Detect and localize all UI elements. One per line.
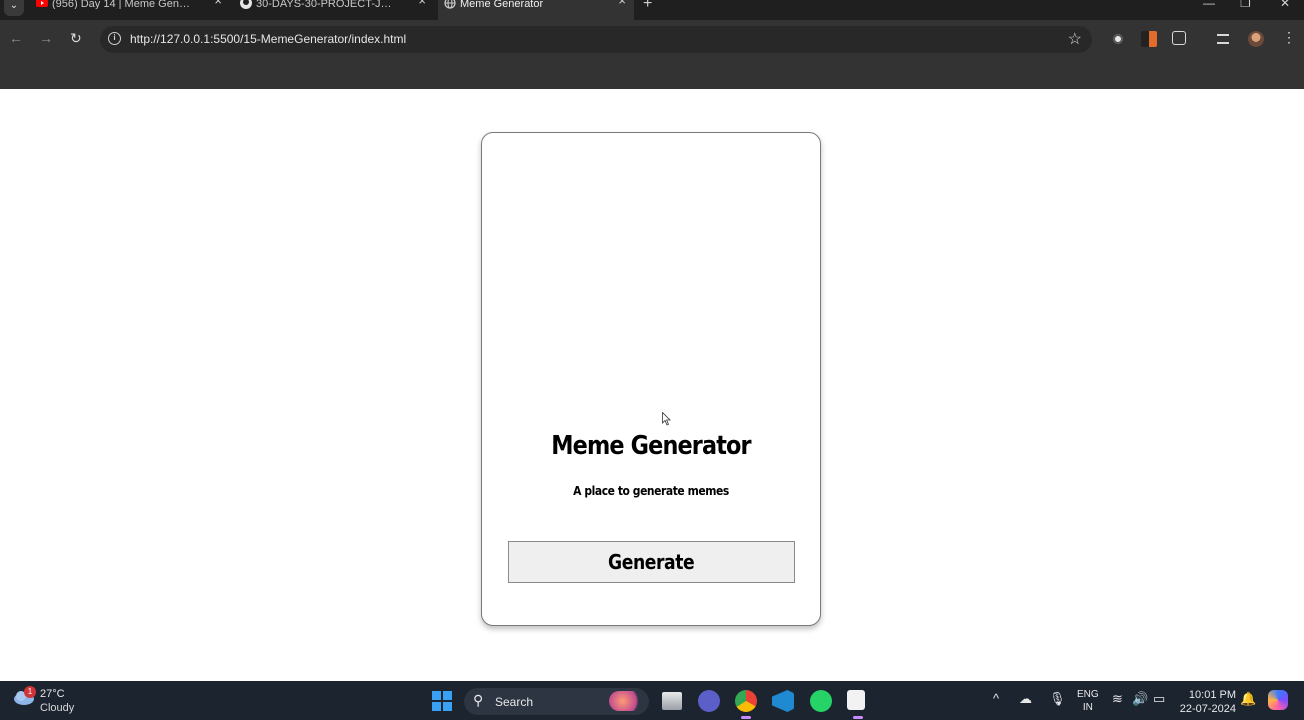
tab-meme-generator[interactable]: Meme Generator × [438,0,634,20]
media-controls-icon[interactable] [1217,34,1229,44]
browser-tab-strip: ⌄ (956) Day 14 | Meme Generator × 30-DAY… [0,0,1304,20]
windows-taskbar: 1 27°C Cloudy ⚲ Search ^ ☁ 🎙 ENG IN ≋ 🔊 … [0,681,1304,720]
search-highlight-icon [609,691,643,711]
notification-bell-icon[interactable]: 🔔 [1240,691,1256,707]
meme-image-area [502,153,800,423]
minimize-icon[interactable]: — [1203,0,1215,10]
restore-icon[interactable]: ❐ [1240,0,1251,10]
weather-temperature[interactable]: 27°C [40,688,65,700]
tab-youtube[interactable]: (956) Day 14 | Meme Generator × [30,0,230,20]
taskbar-search-label: Search [495,695,534,709]
copilot-icon[interactable] [1268,690,1288,710]
tab-title: Meme Generator [460,0,544,9]
file-explorer-icon[interactable] [662,692,682,710]
vscode-icon[interactable] [772,690,794,712]
page-viewport: Meme Generator A place to generate memes… [0,89,1304,681]
menu-kebab-icon[interactable]: ⋮ [1282,29,1296,46]
new-tab-plus-icon[interactable]: + [643,0,652,13]
bookmark-star-icon[interactable]: ☆ [1068,29,1082,49]
clock-date: 22-07-2024 [1179,703,1236,715]
globe-icon [444,0,456,9]
extensions-puzzle-icon[interactable] [1172,31,1186,45]
microphone-icon[interactable]: 🎙 [1049,691,1066,707]
window-close-icon[interactable]: ✕ [1280,0,1290,10]
forward-arrow-icon[interactable]: → [39,30,53,46]
weather-description[interactable]: Cloudy [40,702,74,714]
extension-icon[interactable] [1110,31,1126,47]
tagline: A place to generate memes [573,483,729,498]
battery-icon[interactable]: ▭ [1153,691,1165,707]
show-hidden-icons-chevron-icon[interactable]: ^ [993,691,999,706]
onedrive-cloud-icon[interactable]: ☁ [1019,691,1032,707]
tab-github[interactable]: 30-DAYS-30-PROJECT-JS/15-M × [234,0,434,20]
tab-title: (956) Day 14 | Meme Generator [52,0,192,9]
wifi-icon[interactable]: ≋ [1112,691,1123,707]
input-language-indicator[interactable]: ENG IN [1077,688,1099,714]
close-icon[interactable]: × [618,0,626,7]
back-arrow-icon[interactable]: ← [9,30,23,46]
chrome-icon[interactable] [735,690,757,719]
start-tile [432,691,441,700]
volume-icon[interactable]: 🔊 [1132,691,1148,707]
notepad-app-icon[interactable] [847,690,865,719]
clock-time: 10:01 PM [1188,689,1236,701]
url-text[interactable]: http://127.0.0.1:5500/15-MemeGenerator/i… [130,32,406,46]
generate-button[interactable]: Generate [508,541,795,583]
bookmarks-bar [0,58,1304,89]
whatsapp-icon[interactable] [810,690,832,712]
start-tile [432,702,441,711]
weather-notification-badge: 1 [24,686,36,698]
lang-code: ENG [1077,689,1099,700]
profile-avatar[interactable] [1248,31,1264,47]
address-bar[interactable]: i http://127.0.0.1:5500/15-MemeGenerator… [100,26,1092,53]
close-icon[interactable]: × [418,0,426,7]
windows-start-icon[interactable] [432,691,452,711]
page-title: Meme Generator [551,431,751,461]
site-info-icon[interactable]: i [108,32,121,45]
start-tile [443,691,452,700]
tab-title: 30-DAYS-30-PROJECT-JS/15-M [256,0,396,9]
lighthouse-extension-icon[interactable] [1141,31,1157,47]
github-icon [240,0,252,9]
meet-chat-icon[interactable] [698,690,720,712]
lang-region: IN [1082,702,1093,713]
youtube-icon [36,0,48,7]
mouse-cursor-icon [662,412,671,426]
system-clock[interactable]: 10:01 PM 22-07-2024 [1178,688,1236,716]
generate-button-label: Generate [608,550,695,574]
tab-search-chevron-icon[interactable]: ⌄ [4,0,24,16]
taskbar-search[interactable]: ⚲ Search [464,688,649,715]
close-icon[interactable]: × [214,0,222,7]
browser-toolbar: ← → ↻ i http://127.0.0.1:5500/15-MemeGen… [0,20,1304,58]
search-icon: ⚲ [473,692,484,708]
start-tile [443,702,452,711]
reload-icon[interactable]: ↻ [70,30,82,47]
meme-card: Meme Generator A place to generate memes… [481,132,821,626]
